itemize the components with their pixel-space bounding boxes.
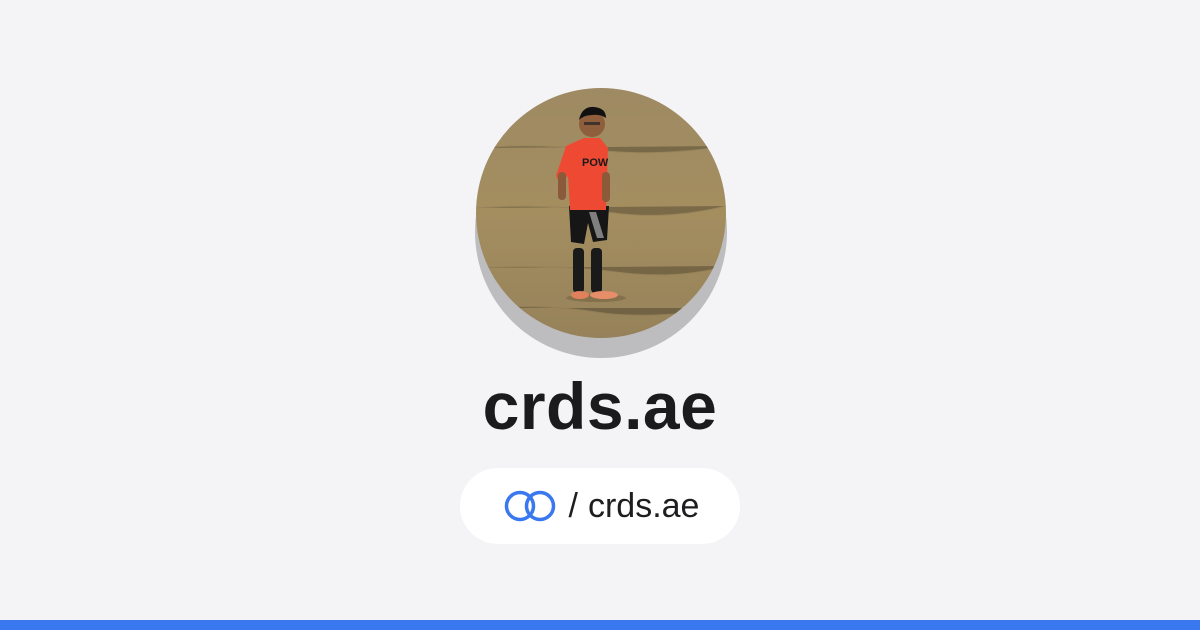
link-separator: / bbox=[568, 487, 578, 525]
avatar-container: POW bbox=[475, 88, 727, 358]
avatar-photo: POW bbox=[476, 88, 726, 338]
avatar[interactable]: POW bbox=[476, 88, 726, 338]
link-handle: crds.ae bbox=[587, 487, 700, 525]
profile-link-pill[interactable]: / crds.ae bbox=[460, 468, 740, 544]
accent-bar bbox=[0, 620, 1200, 630]
profile-card: POW crds.ae / crds.ae bbox=[0, 0, 1200, 630]
chain-link-icon bbox=[504, 490, 555, 522]
svg-text:POW: POW bbox=[582, 157, 609, 169]
profile-title: crds.ae bbox=[482, 369, 718, 443]
